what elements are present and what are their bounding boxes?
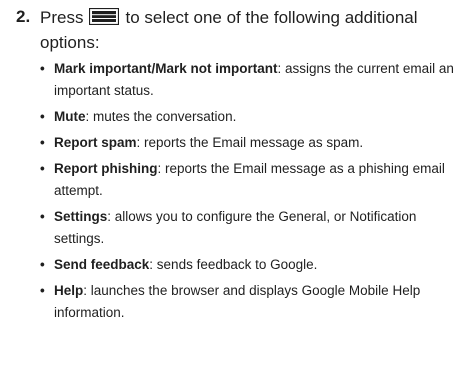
bullet-icon: • [40,257,45,272]
list-item: • Report spam: reports the Email message … [40,132,460,154]
option-desc: : launches the browser and displays Goog… [54,283,421,320]
options-list: • Mark important/Mark not important: assi… [40,58,460,328]
list-item: • Help: launches the browser and displays… [40,280,460,324]
list-item: • Mark important/Mark not important: assi… [40,58,460,102]
bullet-icon: • [40,209,45,224]
list-item: • Settings: allows you to configure the G… [40,206,460,250]
step-number: 2. [16,7,31,26]
option-term: Settings [54,209,108,224]
bullet-icon: • [40,161,45,176]
bullet-icon: • [40,283,45,298]
list-item: • Send feedback: sends feedback to Google… [40,254,460,276]
option-term: Report spam [54,135,137,150]
option-term: Mark important/Mark not important [54,61,278,76]
option-desc: : allows you to configure the General, o… [54,209,417,246]
option-term: Help [54,283,84,298]
option-desc: : sends feedback to Google. [149,257,318,272]
menu-icon [89,8,120,25]
step-text-before: Press [40,8,84,27]
option-term: Report phishing [54,161,158,176]
option-desc: : reports the Email message as spam. [136,135,364,150]
list-item: • Mute: mutes the conversation. [40,106,460,128]
manual-page: 2. Press to select one of the following … [0,0,465,392]
option-term: Mute [54,109,86,124]
list-item: • Report phishing: reports the Email mess… [40,158,460,202]
bullet-icon: • [40,109,45,124]
option-term: Send feedback [54,257,150,272]
bullet-icon: • [40,61,45,76]
option-desc: : mutes the conversation. [85,109,237,124]
bullet-icon: • [40,135,45,150]
step-instruction: Press to select one of the following add… [40,5,445,55]
